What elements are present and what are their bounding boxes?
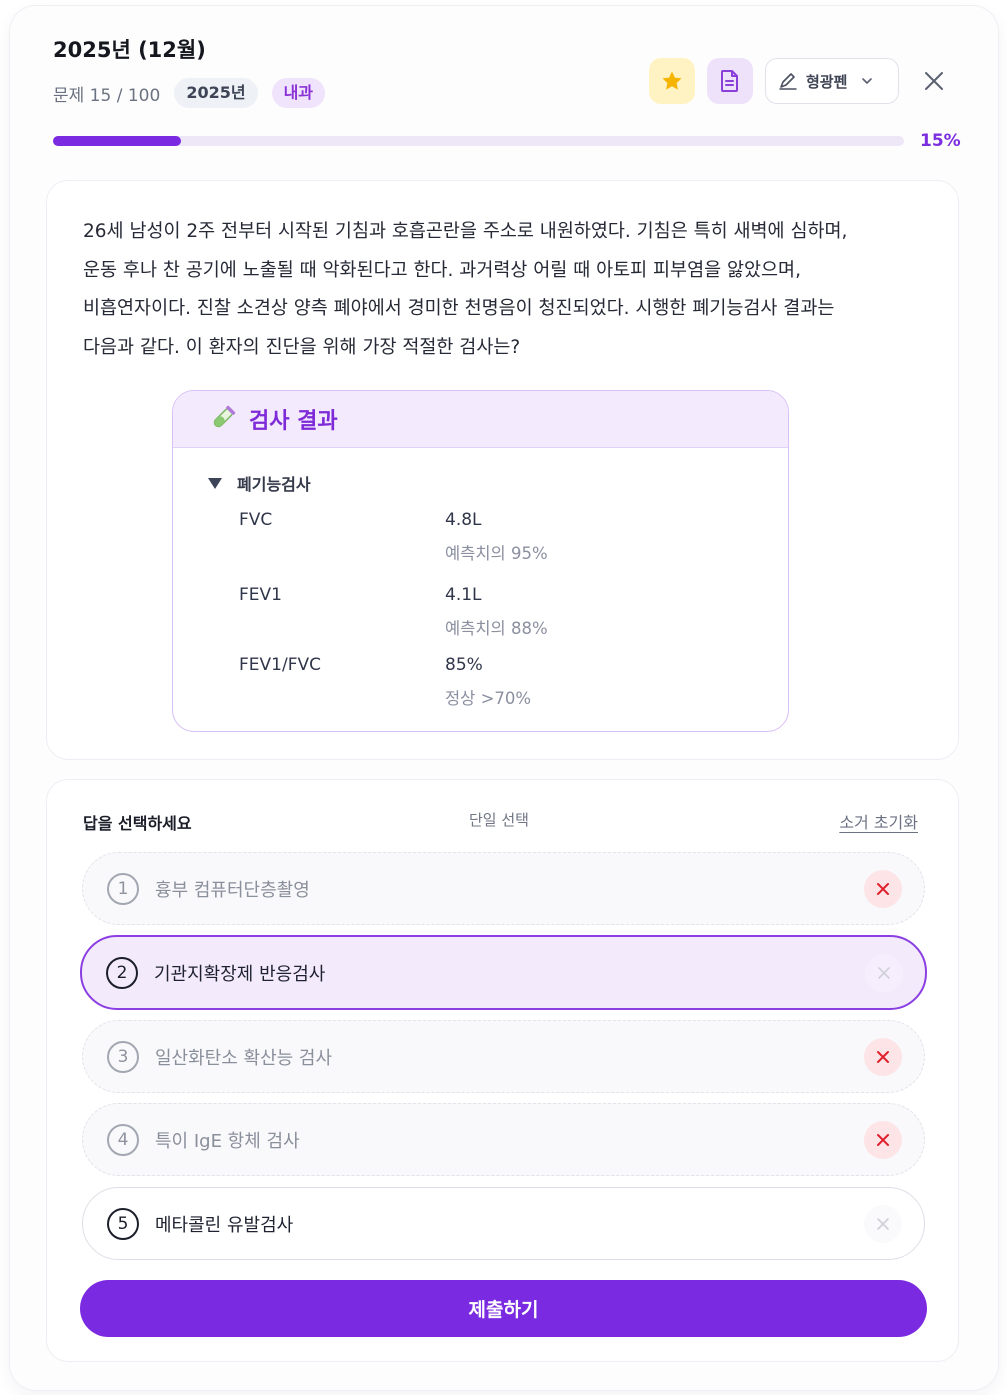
option-number: 2 xyxy=(106,956,138,989)
lab-test-reference: 예측치의 88% xyxy=(445,619,548,638)
progress-fill xyxy=(53,136,181,146)
lab-section-toggle[interactable]: 폐기능검사 xyxy=(207,471,311,495)
highlighter-icon xyxy=(779,73,797,90)
lab-section-title: 폐기능검사 xyxy=(237,475,311,494)
close-button[interactable] xyxy=(911,58,957,104)
option-text: 흉부 컴퓨터단층촬영 xyxy=(155,879,310,901)
lab-test-name: FEV1/FVC xyxy=(239,655,321,675)
answer-option-5[interactable]: 5 메타콜린 유발검사 xyxy=(82,1187,925,1260)
subject-tag: 내과 xyxy=(271,78,326,108)
lab-test-reference: 예측치의 95% xyxy=(445,544,548,563)
lab-test-name: FEV1 xyxy=(239,585,282,605)
eliminate-button[interactable] xyxy=(864,1204,902,1243)
highlighter-label: 형광펜 xyxy=(806,72,848,91)
question-line: 비흡연자이다. 진찰 소견상 양측 폐야에서 경미한 천명음이 청진되었다. 시… xyxy=(83,298,835,319)
option-text: 특이 IgE 항체 검사 xyxy=(155,1130,300,1152)
answer-option-4[interactable]: 4 특이 IgE 항체 검사 xyxy=(82,1103,925,1176)
x-icon xyxy=(877,882,889,895)
star-icon xyxy=(662,71,682,90)
question-card: 26세 남성이 2주 전부터 시작된 기침과 호흡곤란을 주소로 내원하였다. … xyxy=(46,180,959,760)
reset-eliminations-link[interactable]: 소거 초기화 xyxy=(839,809,918,833)
memo-button[interactable] xyxy=(707,58,753,104)
lab-test-value: 4.1L xyxy=(445,585,482,605)
question-line: 다음과 같다. 이 환자의 진단을 위해 가장 적절한 검사는? xyxy=(83,336,521,358)
lab-test-value: 4.8L xyxy=(445,510,482,530)
answer-option-2[interactable]: 2 기관지확장제 반응검사 xyxy=(80,935,927,1010)
header-actions: 형광펜 xyxy=(649,58,957,104)
answer-prompt: 답을 선택하세요 xyxy=(83,814,192,833)
eliminate-button[interactable] xyxy=(864,1037,902,1076)
eliminate-button[interactable] xyxy=(865,953,903,992)
question-counter: 문제 15 / 100 xyxy=(53,85,161,106)
highlighter-select[interactable]: 형광펜 xyxy=(765,58,899,104)
year-tag: 2025년 xyxy=(174,78,258,108)
submit-button[interactable]: 제출하기 xyxy=(80,1280,927,1337)
x-icon xyxy=(877,1050,889,1063)
exam-title: 2025년 (12월) xyxy=(53,38,206,62)
chevron-down-icon xyxy=(862,78,873,84)
lab-test-value: 85% xyxy=(445,655,483,675)
eliminate-button[interactable] xyxy=(864,869,902,908)
question-stem: 26세 남성이 2주 전부터 시작된 기침과 호흡곤란을 주소로 내원하였다. … xyxy=(83,213,923,367)
x-icon xyxy=(877,1217,889,1230)
test-tube-icon xyxy=(213,405,236,428)
question-line: 운동 후나 찬 공기에 노출될 때 악화된다고 한다. 과거력상 어릴 때 아토… xyxy=(83,259,801,281)
lab-results-panel: 검사 결과 폐기능검사 FVC 4.8L 예측치의 95% FEV1 4.1L … xyxy=(172,390,789,732)
option-text: 일산화탄소 확산능 검사 xyxy=(155,1047,333,1069)
option-number: 4 xyxy=(107,1123,139,1156)
lab-test-reference: 정상 >70% xyxy=(445,689,532,708)
progress-bar xyxy=(53,136,904,146)
x-icon xyxy=(877,1133,889,1146)
memo-icon xyxy=(721,70,738,92)
lab-results-header: 검사 결과 xyxy=(173,391,788,448)
x-icon xyxy=(878,966,890,979)
question-meta: 문제 15 / 100 2025년 내과 xyxy=(53,78,326,108)
eliminate-button[interactable] xyxy=(864,1120,902,1159)
lab-test-name: FVC xyxy=(239,510,273,530)
answer-card: 답을 선택하세요 단일 선택 소거 초기화 1 흉부 컴퓨터단층촬영 2 기관지… xyxy=(46,779,959,1362)
option-number: 1 xyxy=(107,872,139,905)
bookmark-button[interactable] xyxy=(649,58,695,104)
option-text: 기관지확장제 반응검사 xyxy=(154,963,326,985)
close-icon xyxy=(925,72,943,90)
lab-results-title: 검사 결과 xyxy=(249,409,338,434)
answer-option-1[interactable]: 1 흉부 컴퓨터단층촬영 xyxy=(82,852,925,925)
triangle-down-icon xyxy=(208,478,222,489)
progress-percent: 15% xyxy=(920,131,961,151)
option-number: 3 xyxy=(107,1040,139,1073)
option-text: 메타콜린 유발검사 xyxy=(155,1214,294,1236)
answer-option-3[interactable]: 3 일산화탄소 확산능 검사 xyxy=(82,1020,925,1093)
selection-mode: 단일 선택 xyxy=(469,811,529,829)
question-line: 26세 남성이 2주 전부터 시작된 기침과 호흡곤란을 주소로 내원하였다. … xyxy=(83,221,848,242)
option-number: 5 xyxy=(107,1207,139,1240)
